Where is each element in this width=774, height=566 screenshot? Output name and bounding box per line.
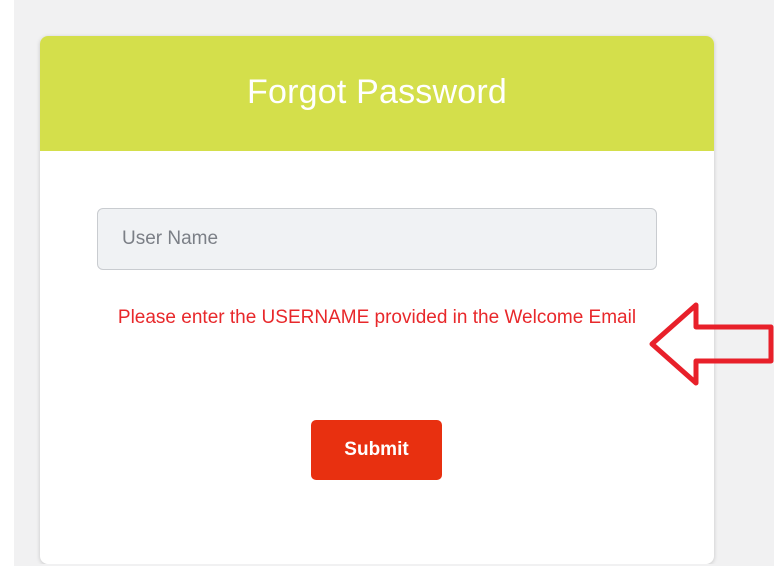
forgot-password-card: Forgot Password Please enter the USERNAM… bbox=[40, 36, 714, 564]
page-title: Forgot Password bbox=[247, 73, 507, 111]
username-input[interactable] bbox=[97, 208, 657, 270]
username-help-text: Please enter the USERNAME provided in th… bbox=[117, 307, 637, 328]
left-arrow-outline-icon bbox=[649, 302, 774, 386]
submit-button[interactable]: Submit bbox=[311, 420, 442, 480]
card-header: Forgot Password bbox=[40, 36, 714, 151]
